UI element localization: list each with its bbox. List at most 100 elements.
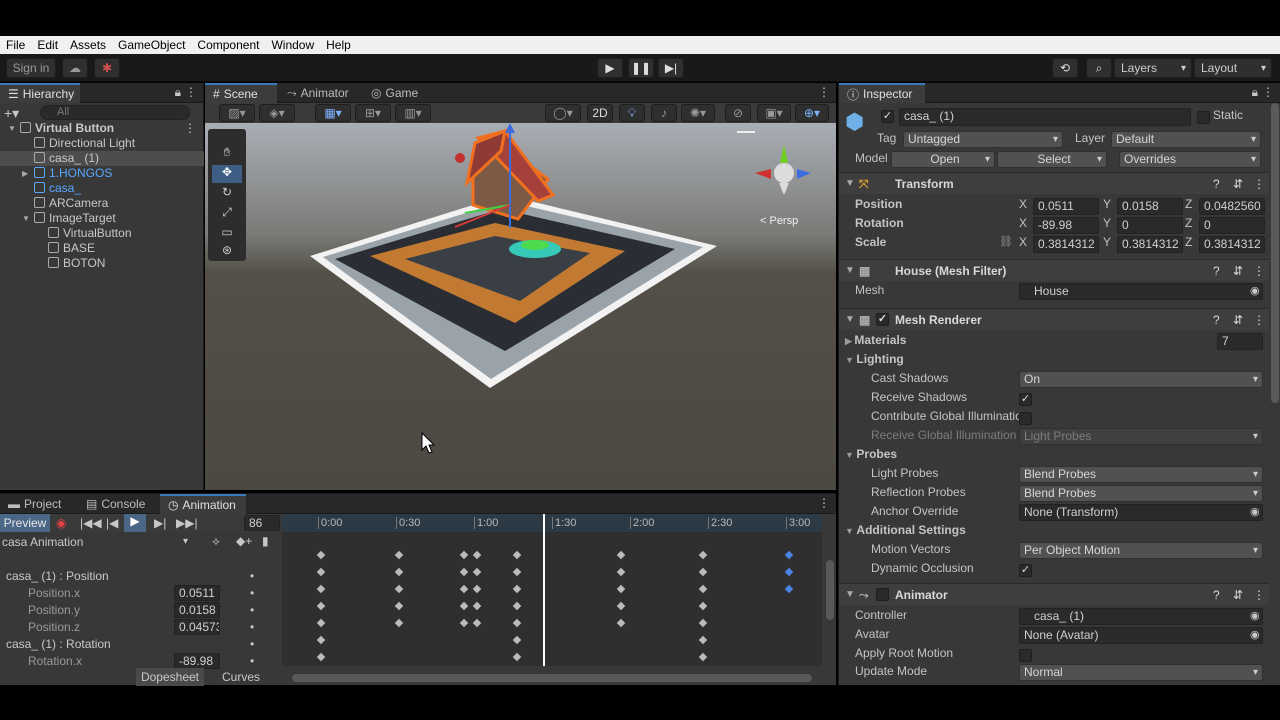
object-picker-icon[interactable]: ◉ [1250, 628, 1260, 641]
hierarchy-search-input[interactable]: All [40, 105, 190, 120]
prev-key-icon[interactable]: |◀ [106, 516, 118, 530]
add-keyframe-icon[interactable]: ⟡ [212, 534, 220, 549]
keyframe[interactable] [316, 601, 326, 611]
keyframe[interactable] [512, 635, 522, 645]
camera-icon[interactable]: ▣▾ [757, 104, 791, 122]
playhead[interactable] [543, 514, 545, 666]
property-value-input[interactable]: 0.04573 [174, 619, 220, 635]
gizmos-icon[interactable]: ⊕▾ [795, 104, 829, 122]
hierarchy-item[interactable]: casa_ [0, 181, 204, 196]
keyframe[interactable] [394, 618, 404, 628]
keyframe[interactable] [459, 601, 469, 611]
menu-file[interactable]: File [6, 38, 25, 52]
property-group-row[interactable]: casa_ (1) : Rotation • [0, 636, 280, 653]
help-icon[interactable]: ? [1213, 309, 1220, 331]
property-row[interactable]: Position.x 0.0511 • [0, 585, 280, 602]
object-picker-icon[interactable]: ◉ [1250, 609, 1260, 622]
motion-vectors-dropdown[interactable]: Per Object Motion [1019, 542, 1263, 559]
keyframe[interactable] [512, 618, 522, 628]
presets-icon[interactable]: ⇵ [1233, 309, 1243, 331]
keyframe[interactable] [784, 584, 794, 594]
preview-toggle[interactable]: Preview [0, 514, 50, 532]
receive-shadows-checkbox[interactable]: ✓ [1019, 393, 1032, 406]
scale-y-input[interactable]: 0.3814312 [1117, 236, 1183, 253]
keyframe[interactable] [394, 567, 404, 577]
keyframe[interactable] [459, 550, 469, 560]
history-icon[interactable]: ⟲ [1052, 58, 1078, 78]
overrides-dropdown[interactable]: Overrides [1119, 151, 1261, 168]
property-options-icon[interactable]: • [250, 636, 254, 653]
probes-foldout[interactable]: ▼ Probes [845, 447, 897, 461]
tab-animator[interactable]: ⤳ Animator [279, 83, 361, 103]
property-options-icon[interactable]: • [250, 602, 254, 619]
avatar-field[interactable]: None (Avatar) [1019, 627, 1263, 644]
hierarchy-item[interactable]: ▶ 1.HONGOS [0, 166, 204, 181]
scale-z-input[interactable]: 0.3814312 [1199, 236, 1265, 253]
property-options-icon[interactable]: • [250, 568, 254, 585]
keyframe[interactable] [316, 635, 326, 645]
event-marker-icon[interactable]: ▮ [262, 534, 269, 548]
dynamic-occlusion-checkbox[interactable]: ✓ [1019, 564, 1032, 577]
layers-dropdown[interactable]: Layers ▾ [1114, 58, 1192, 78]
inspector-scrollbar[interactable] [1271, 103, 1279, 403]
2d-toggle[interactable]: 2D [587, 104, 613, 122]
tab-animation[interactable]: ◷ Animation [160, 494, 246, 514]
object-name-input[interactable]: casa_ (1) [899, 108, 1191, 126]
hand-tool-icon[interactable]: ✋︎ [216, 145, 238, 163]
keyframe[interactable] [698, 567, 708, 577]
scale-tool-icon[interactable]: ⤢ [216, 205, 238, 223]
keyframe[interactable] [616, 601, 626, 611]
sign-in-button[interactable]: Sign in [6, 58, 56, 78]
open-button[interactable]: Open [891, 151, 995, 168]
apply-root-motion-checkbox[interactable] [1019, 649, 1032, 662]
keyframe[interactable] [698, 635, 708, 645]
foldout-icon[interactable]: ▼ [22, 211, 30, 226]
property-row[interactable]: Position.y 0.0158 • [0, 602, 280, 619]
mesh-field[interactable]: House [1019, 283, 1263, 300]
keyframe[interactable] [472, 618, 482, 628]
keyframe[interactable] [316, 584, 326, 594]
lighting-icon[interactable]: 💡︎ [619, 104, 645, 122]
menu-assets[interactable]: Assets [70, 38, 106, 52]
foldout-icon[interactable]: ▼ [8, 121, 16, 136]
lock-icon[interactable]: 🔒︎ [1252, 85, 1258, 100]
keyframe[interactable] [472, 567, 482, 577]
help-icon[interactable]: ? [1213, 584, 1220, 606]
property-row[interactable]: Position.z 0.04573 • [0, 619, 280, 636]
layer-dropdown[interactable]: Default [1111, 131, 1261, 148]
more-icon[interactable]: ⋮ [185, 85, 197, 99]
keyframe[interactable] [698, 584, 708, 594]
grid-snap-icon[interactable]: ▦▾ [315, 104, 351, 122]
contribute-gi-checkbox[interactable] [1019, 412, 1032, 425]
keyframe[interactable] [698, 601, 708, 611]
presets-icon[interactable]: ⇵ [1233, 584, 1243, 606]
effects-icon[interactable]: ✺▾ [681, 104, 715, 122]
more-icon[interactable]: ⋮ [1253, 260, 1265, 282]
play-button[interactable]: ▶ [597, 58, 623, 78]
search-icon[interactable]: ⌕ [1086, 58, 1112, 78]
transform-header[interactable]: ▼ ⤧ Transform ? ⇵ ⋮ [839, 172, 1269, 194]
presets-icon[interactable]: ⇵ [1233, 260, 1243, 282]
rect-tool-icon[interactable]: ▭ [216, 225, 238, 243]
reflection-probes-dropdown[interactable]: Blend Probes [1019, 485, 1263, 502]
mesh-renderer-header[interactable]: ▼ ▦ ✓ Mesh Renderer ? ⇵ ⋮ [839, 308, 1269, 330]
tab-hierarchy[interactable]: ☰ Hierarchy [0, 83, 80, 103]
keyframe[interactable] [394, 601, 404, 611]
static-checkbox[interactable] [1197, 111, 1210, 124]
horizontal-scrollbar[interactable] [292, 674, 812, 682]
more-icon[interactable]: ⋮ [1253, 309, 1265, 331]
more-icon[interactable]: ⋮ [1253, 173, 1265, 195]
more-icon[interactable]: ⋮ [1253, 584, 1265, 606]
hierarchy-item[interactable]: VirtualButton [0, 226, 204, 241]
more-icon[interactable]: ⋮ [818, 496, 830, 510]
property-options-icon[interactable]: • [250, 585, 254, 602]
audio-icon[interactable]: ♪ [651, 104, 677, 122]
keyframe[interactable] [472, 601, 482, 611]
record-icon[interactable]: ◉ [56, 516, 66, 530]
help-icon[interactable]: ? [1213, 260, 1220, 282]
timeline-ruler[interactable]: 0:00 0:30 1:00 1:30 2:00 2:30 3:00 [282, 514, 822, 532]
position-x-input[interactable]: 0.0511 [1033, 198, 1099, 215]
select-button[interactable]: Select [997, 151, 1107, 168]
materials-foldout[interactable]: ▶ Materials [845, 333, 906, 347]
animator-header[interactable]: ▼ ⤳ Animator ? ⇵ ⋮ [839, 583, 1269, 605]
